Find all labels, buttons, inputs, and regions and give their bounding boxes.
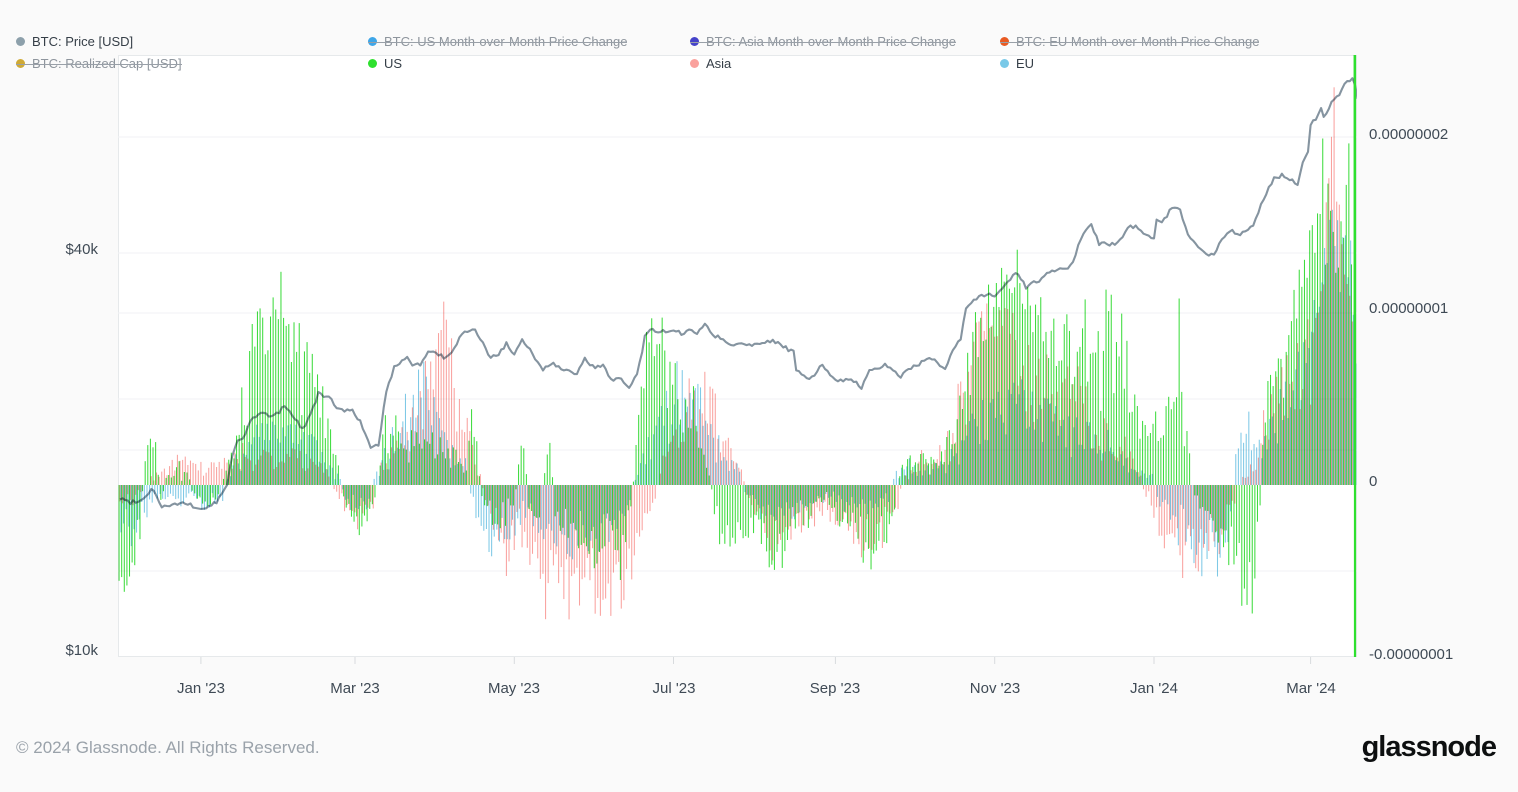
series-dot-icon [1000,59,1009,68]
legend-label: BTC: EU Month-over-Month Price Change [1016,34,1259,49]
x-axis-tick-label: May '23 [488,680,540,698]
legend-label: Asia [706,56,731,71]
series-dot-icon [690,59,699,68]
legend-item-asia-mom[interactable]: BTC: Asia Month-over-Month Price Change [690,34,956,49]
glassnode-chart-page: BTC: Price [USD] BTC: US Month-over-Mont… [0,0,1518,792]
series-dot-icon [368,59,377,68]
x-axis-tick-label: Nov '23 [970,680,1020,698]
series-dot-icon [16,37,25,46]
legend-label: US [384,56,402,71]
legend-item-asia[interactable]: Asia [690,56,731,71]
copyright-text: © 2024 Glassnode. All Rights Reserved. [16,738,320,758]
series-dot-icon [690,37,699,46]
legend-row-1: BTC: Price [USD] BTC: US Month-over-Mont… [0,34,1518,52]
legend-item-btc-price[interactable]: BTC: Price [USD] [16,34,133,49]
legend-label: BTC: Price [USD] [32,34,133,49]
y-axis-tick-label-left: $10k [38,642,98,660]
legend-item-us[interactable]: US [368,56,402,71]
x-axis-tick-label: Mar '24 [1286,680,1336,698]
x-axis-tick-label: Jul '23 [653,680,696,698]
y-axis-tick-label-right: -0.00000001 [1369,646,1453,664]
legend-item-eu-mom[interactable]: BTC: EU Month-over-Month Price Change [1000,34,1259,49]
legend-row-2: BTC: Realized Cap [USD] US Asia EU [0,56,1518,74]
series-dot-icon [368,37,377,46]
series-dot-icon [16,59,25,68]
legend-label: BTC: Realized Cap [USD] [32,56,182,71]
y-axis-tick-label-right: 0.00000002 [1369,126,1448,144]
legend-item-realized-cap[interactable]: BTC: Realized Cap [USD] [16,56,182,71]
legend-label: BTC: US Month-over-Month Price Change [384,34,627,49]
chart-canvas[interactable] [0,0,1518,792]
y-axis-tick-label-left: $40k [38,241,98,259]
legend-item-us-mom[interactable]: BTC: US Month-over-Month Price Change [368,34,627,49]
y-axis-tick-label-right: 0 [1369,473,1377,491]
legend-item-eu[interactable]: EU [1000,56,1034,71]
glassnode-logo: glassnode [1362,731,1496,764]
legend-label: EU [1016,56,1034,71]
x-axis-tick-label: Sep '23 [810,680,860,698]
series-dot-icon [1000,37,1009,46]
legend-label: BTC: Asia Month-over-Month Price Change [706,34,956,49]
x-axis-tick-label: Jan '23 [177,680,225,698]
x-axis-tick-label: Mar '23 [330,680,380,698]
y-axis-tick-label-right: 0.00000001 [1369,300,1448,318]
x-axis-tick-label: Jan '24 [1130,680,1178,698]
